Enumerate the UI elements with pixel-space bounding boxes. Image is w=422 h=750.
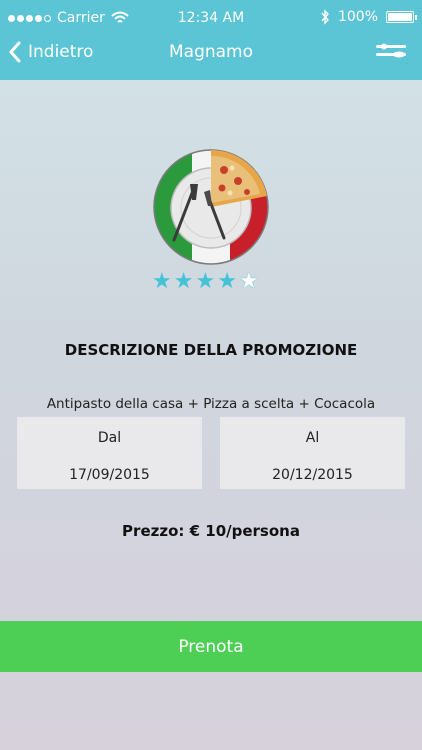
cutlery-menu-icon[interactable] bbox=[374, 42, 408, 62]
star-filled-icon: ★ bbox=[173, 269, 194, 294]
star-empty-icon: ★ bbox=[238, 269, 259, 294]
star-filled-icon: ★ bbox=[217, 269, 237, 294]
bluetooth-icon bbox=[321, 9, 329, 25]
promotion-description: Antipasto della casa + Pizza a scelta + … bbox=[46, 396, 376, 412]
date-from-value: 17/09/2015 bbox=[69, 467, 150, 483]
star-filled-icon: ★ bbox=[152, 269, 172, 294]
date-to-box: Al 20/12/2015 bbox=[220, 417, 405, 489]
battery-percent: 100% bbox=[337, 9, 378, 25]
navigation-bar: Indietro Magnamo bbox=[0, 36, 422, 80]
book-button[interactable]: Prenota bbox=[0, 621, 422, 672]
date-to-label: Al bbox=[305, 430, 320, 446]
chevron-left-icon bbox=[9, 41, 21, 63]
battery-icon bbox=[386, 11, 417, 23]
date-to-value: 20/12/2015 bbox=[272, 467, 353, 483]
back-label: Indietro bbox=[28, 42, 94, 62]
date-from-label: Dal bbox=[97, 430, 122, 446]
rating-stars: ★ ★ ★ ★ ★ bbox=[152, 270, 259, 294]
price-label: Prezzo: € 10/persona bbox=[122, 522, 300, 540]
battery-level bbox=[388, 13, 412, 21]
date-from-box: Dal 17/09/2015 bbox=[17, 417, 202, 489]
promotion-heading: DESCRIZIONE DELLA PROMOZIONE bbox=[64, 341, 358, 359]
star-filled-icon: ★ bbox=[195, 269, 216, 294]
status-bar: Carrier 12:34 AM 100% bbox=[0, 0, 422, 36]
italian-plate-pizza-logo bbox=[153, 149, 269, 265]
back-button[interactable]: Indietro bbox=[8, 41, 93, 63]
status-right: 100% bbox=[320, 9, 417, 25]
